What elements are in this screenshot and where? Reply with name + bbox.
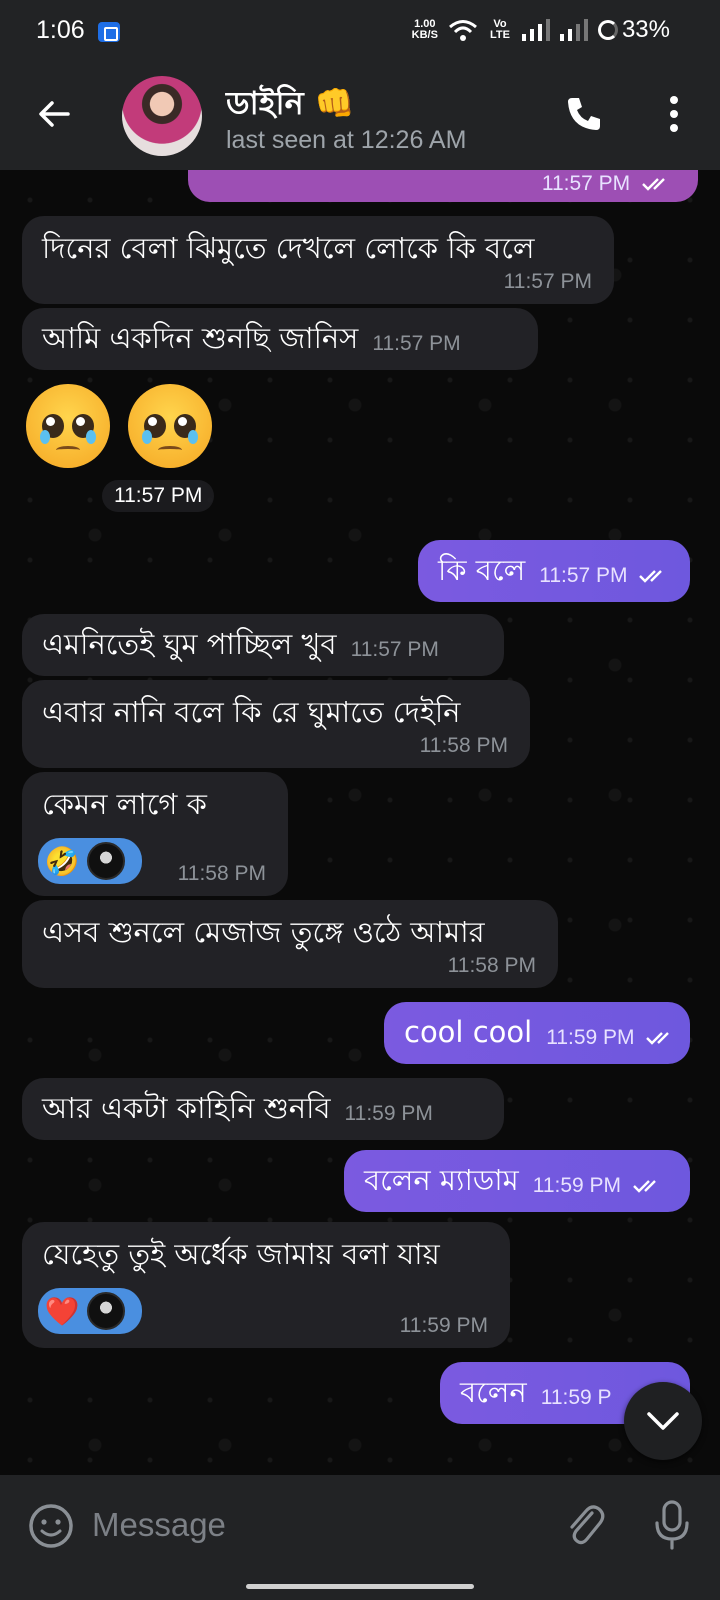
double-check-icon [633, 1180, 656, 1194]
sticker-message[interactable] [26, 384, 212, 468]
message-time-row: 11:57 PM [539, 564, 669, 590]
message-time: 11:58 PM [177, 862, 266, 885]
message-text: বলেন [460, 1375, 527, 1409]
message-text: কেমন লাগে ক [42, 787, 207, 821]
message-bubble-incoming[interactable]: এবার নানি বলে কি রে ঘুমাতে দেইনি 11:58 P… [22, 680, 530, 768]
status-time: 1:06 [36, 16, 85, 44]
message-time: 11:57 PM [372, 332, 461, 355]
sticker-time: 11:57 PM [102, 480, 215, 512]
microphone-icon[interactable] [652, 1499, 692, 1551]
reaction-chip[interactable]: 🤣 [38, 838, 142, 884]
emoji-icon[interactable] [28, 1503, 74, 1549]
message-bubble-incoming[interactable]: যেহেতু তুই অর্ধেক জামায় বলা যায় ❤️ 11:… [22, 1222, 510, 1348]
battery-percent: 33% [621, 16, 670, 43]
message-time-row: 11:57 PM [542, 172, 672, 196]
message-bubble-incoming[interactable]: এসব শুনলে মেজাজ তুঙ্গে ওঠে আমার 11:58 PM [22, 900, 558, 988]
message-time: 11:58 PM [447, 954, 536, 977]
message-text: দিনের বেলা ঝিমুতে দেখলে লোকে কি বলে [42, 231, 535, 265]
message-time: 11:59 PM [399, 1314, 488, 1337]
message-time: 11:59 P [540, 1386, 612, 1409]
contact-name[interactable]: ডাইনি 👊 [226, 78, 355, 132]
message-text: এসব শুনলে মেজাজ তুঙ্গে ওঠে আমার [42, 915, 485, 949]
message-time: 11:59 PM [344, 1102, 433, 1125]
pleading-face-sticker [128, 384, 212, 468]
contact-avatar[interactable] [122, 76, 202, 156]
double-check-icon [642, 178, 665, 192]
message-text: আমি একদিন শুনছি জানিস [42, 321, 359, 355]
message-bubble-outgoing[interactable]: কি বলে 11:57 PM [418, 540, 690, 602]
battery-icon [597, 20, 618, 40]
attachment-icon[interactable] [562, 1499, 606, 1549]
message-text: যেহেতু তুই অর্ধেক জামায় বলা যায় [42, 1237, 440, 1271]
message-text: আর একটা কাহিনি শুনবি [42, 1091, 331, 1125]
reaction-chip[interactable]: ❤️ [38, 1288, 142, 1334]
message-bubble-outgoing[interactable]: 11:57 PM [188, 170, 698, 202]
chat-header: ডাইনি 👊 last seen at 12:26 AM [0, 62, 720, 170]
reactor-avatar [87, 1292, 125, 1330]
heart-emoji-icon: ❤️ [44, 1294, 80, 1328]
message-time: 11:59 PM [532, 1174, 622, 1197]
double-check-icon [639, 570, 663, 584]
last-seen-status: last seen at 12:26 AM [226, 126, 467, 154]
notification-app-icon [98, 22, 120, 42]
message-bubble-incoming[interactable]: দিনের বেলা ঝিমুতে দেখলে লোকে কি বলে 11:5… [22, 216, 614, 304]
gesture-navigation-bar[interactable] [0, 1575, 720, 1600]
message-composer [0, 1475, 720, 1575]
message-time: 11:57 PM [350, 638, 439, 661]
message-bubble-incoming[interactable]: এমনিতেই ঘুম পাচ্ছিল খুব 11:57 PM [22, 614, 504, 676]
chevron-down-icon [647, 1412, 679, 1430]
message-bubble-outgoing[interactable]: cool cool 11:59 PM [384, 1002, 690, 1064]
reactor-avatar [87, 842, 125, 880]
message-text: এমনিতেই ঘুম পাচ্ছিল খুব [42, 627, 337, 661]
scroll-down-button[interactable] [624, 1382, 702, 1460]
message-time: 11:58 PM [419, 734, 508, 757]
message-text: এবার নানি বলে কি রে ঘুমাতে দেইনি [42, 695, 461, 729]
message-bubble-incoming[interactable]: আমি একদিন শুনছি জানিস 11:57 PM [22, 308, 538, 370]
wifi-icon [448, 20, 477, 41]
status-icons: 1.00 KB/S Vo LTE 33% [412, 16, 670, 44]
laughing-emoji-icon: 🤣 [44, 844, 80, 878]
signal-2-icon [559, 19, 588, 41]
pleading-face-sticker [26, 384, 110, 468]
message-bubble-incoming[interactable]: আর একটা কাহিনি শুনবি 11:59 PM [22, 1078, 504, 1140]
message-bubble-incoming[interactable]: কেমন লাগে ক 🤣 11:58 PM [22, 772, 288, 896]
message-time: 11:57 PM [541, 172, 631, 195]
message-time: 11:59 PM [546, 1026, 635, 1049]
message-bubble-outgoing[interactable]: বলেন ম্যাডাম 11:59 PM [344, 1150, 690, 1212]
message-time: 11:57 PM [503, 270, 592, 293]
more-options-icon[interactable] [664, 92, 684, 136]
message-time: 11:57 PM [539, 564, 628, 587]
message-text: কি বলে [438, 553, 526, 587]
message-time-row: 11:59 PM [533, 1174, 663, 1200]
network-speed-unit: KB/S [411, 29, 438, 41]
back-arrow-icon[interactable] [34, 94, 74, 134]
status-bar: 1:06 1.00 KB/S Vo LTE 33% [0, 0, 720, 62]
message-time-row: 11:59 PM [546, 1026, 676, 1052]
message-text: cool cool [404, 1015, 533, 1049]
message-input[interactable] [92, 1499, 532, 1551]
network-speed: 1.00 KB/S [412, 19, 438, 41]
chat-messages[interactable]: 11:57 PM দিনের বেলা ঝিমুতে দেখলে লোকে কি… [0, 170, 720, 1475]
volte-label: Vo LTE [489, 18, 510, 41]
message-text: বলেন ম্যাডাম [364, 1163, 519, 1197]
signal-icon [521, 19, 550, 41]
battery-indicator: 33% [597, 16, 670, 44]
phone-call-icon[interactable] [564, 94, 604, 134]
double-check-icon [646, 1032, 670, 1046]
